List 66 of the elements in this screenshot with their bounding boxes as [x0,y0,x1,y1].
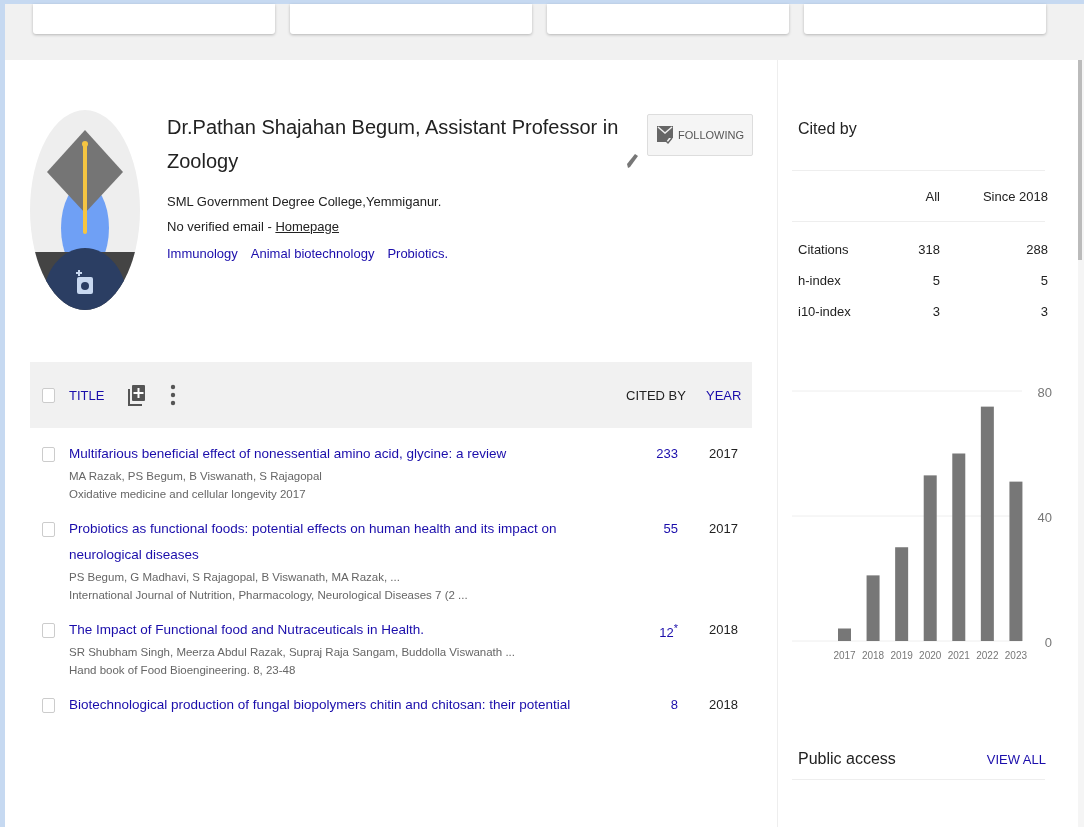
year-sort-link[interactable]: YEAR [706,387,752,403]
mail-check-icon [656,125,674,145]
article-year: 2017 [708,521,738,536]
affiliation-text: SML Government Degree College,Yemmiganur. [167,194,443,209]
citation-count-link[interactable]: 55 [606,521,678,536]
column-header: Since 2018 [981,188,1048,204]
metric-value: 3 [1039,304,1048,319]
metric-value: 288 [1025,242,1048,257]
article-year: 2018 [708,697,738,712]
interest-link[interactable]: Probiotics. [387,246,449,261]
cited-by-title: Cited by [797,120,858,139]
y-axis-label: 80 [1037,385,1052,400]
article-venue: International Journal of Nutrition, Pharmacology, Neurological Diseases 7 (2 ... [69,588,469,603]
x-axis-label: 2023 [1004,650,1028,661]
follow-button[interactable]: FOLLOWING [647,114,753,156]
citation-count-link[interactable]: 12$^{*}$ [606,622,678,641]
metric-value: 3 [931,304,940,319]
y-axis-label: 0 [1044,635,1052,650]
citations-bar [866,575,880,641]
homepage-link[interactable]: Homepage [275,219,339,234]
cited-by-header: CITED BY [626,387,687,403]
email-line: No verified email - Homepage [167,219,340,234]
x-axis-label: 2019 [890,650,913,661]
article-venue: Oxidative medicine and cellular longevity 2017 [69,487,307,502]
more-options-icon[interactable] [170,384,177,406]
interest-link[interactable]: Animal biotechnology [250,246,375,261]
x-axis-label: 2022 [976,650,999,661]
view-all-link[interactable]: VIEW ALL [986,751,1046,767]
x-axis-label: 2021 [947,650,970,661]
metric-label: h-index [798,273,842,288]
metric-value: 318 [917,242,940,257]
add-photo-icon[interactable] [75,270,95,296]
select-all-checkbox[interactable] [42,387,55,403]
public-access-title: Public access [798,750,896,768]
scrollbar-thumb[interactable] [1078,60,1082,260]
row-checkbox[interactable] [42,623,55,638]
article-venue: Hand book of Food Bioengineering. 8, 23-48 [69,663,297,678]
metric-label: i10-index [798,304,852,319]
article-authors: MA Razak, PS Begum, B Viswanath, S Rajagopal [69,469,323,484]
row-checkbox[interactable] [42,522,55,537]
x-axis-label: 2017 [833,650,856,661]
interest-link[interactable]: Immunology [167,246,238,261]
article-year: 2018 [708,622,738,637]
citation-count-link[interactable]: 233 [606,446,678,461]
column-header: All [924,188,940,204]
metric-label: Citations [798,242,850,257]
profile-name: Dr.Pathan Shajahan Begum, Assistant Professor in Zoology [167,115,619,174]
add-icon[interactable] [128,384,147,406]
row-checkbox[interactable] [42,698,55,713]
article-year: 2017 [708,446,738,461]
article-authors: PS Begum, G Madhavi, S Rajagopal, B Viswanath, MA Razak, ... [69,570,401,585]
row-checkbox[interactable] [42,447,55,462]
x-axis-label: 2018 [861,650,885,661]
article-title-link[interactable]: Multifarious beneficial effect of nonessential amino acid, glycine: a review [69,441,589,467]
article-title-link[interactable]: Probiotics as functional foods: potential effects on human health and its impact on neurological diseases [69,516,589,568]
metric-value: 5 [1039,273,1048,288]
citation-count-link[interactable]: 8 [606,697,678,712]
edit-icon[interactable] [625,152,639,170]
article-title-link[interactable]: Biotechnological production of fungal biopolymers chitin and chitosan: their potential [69,692,589,718]
article-title-link[interactable]: The Impact of Functional food and Nutraceuticals in Health. [69,617,589,643]
y-axis-label: 40 [1037,510,1052,525]
x-axis-label: 2020 [919,650,942,661]
metric-value: 5 [931,273,940,288]
article-authors: SR Shubham Singh, Meerza Abdul Razak, Supraj Raja Sangam, Buddolla Viswanath ... [69,645,516,660]
citations-bar [838,628,851,641]
title-sort-link[interactable]: TITLE [69,387,105,403]
